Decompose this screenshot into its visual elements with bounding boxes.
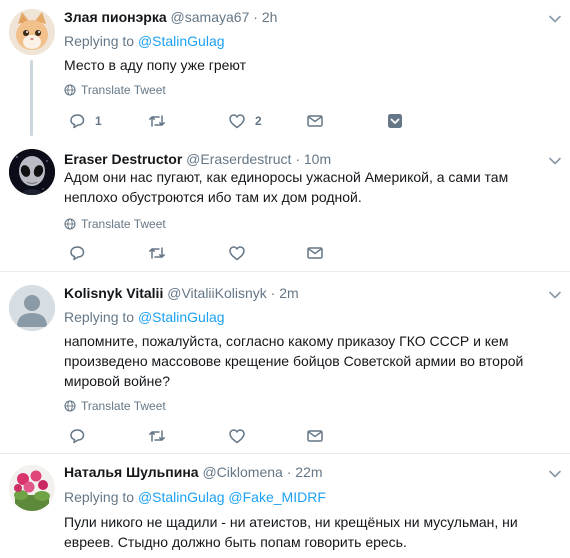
like-icon bbox=[229, 246, 245, 261]
like-icon bbox=[229, 429, 245, 444]
retweet-button[interactable] bbox=[148, 112, 175, 130]
replying-to-label: Replying to bbox=[64, 33, 135, 49]
tweet-text: Адом они нас пугают, как единоросы ужасн… bbox=[64, 169, 509, 205]
reply-count: 1 bbox=[95, 114, 102, 128]
message-icon bbox=[307, 247, 323, 259]
thread-line bbox=[30, 60, 33, 136]
message-button[interactable] bbox=[306, 244, 324, 262]
retweet-button[interactable] bbox=[148, 244, 175, 262]
translate-label[interactable]: Translate Tweet bbox=[81, 399, 166, 413]
retweet-button[interactable] bbox=[148, 427, 175, 445]
reply-button[interactable] bbox=[68, 244, 95, 262]
timestamp[interactable]: 2h bbox=[262, 9, 278, 25]
chevron-down-icon[interactable] bbox=[548, 467, 562, 481]
share-button[interactable] bbox=[386, 112, 404, 130]
translate-tweet[interactable]: Translate Tweet bbox=[64, 83, 166, 97]
username[interactable]: @VitaliiKolisnyk bbox=[167, 285, 267, 301]
globe-icon bbox=[64, 84, 76, 96]
tweet-header: Наталья Шульпина @Ciklomena · 22m bbox=[64, 464, 323, 480]
like-button[interactable] bbox=[228, 427, 255, 445]
display-name[interactable]: Eraser Destructor bbox=[64, 151, 182, 167]
share-icon bbox=[388, 114, 402, 128]
avatar[interactable] bbox=[9, 285, 55, 331]
timestamp[interactable]: 2m bbox=[279, 285, 298, 301]
replying-to: Replying to @StalinGulag @Fake_MIDRF bbox=[64, 489, 326, 505]
separator-dot: · bbox=[253, 9, 258, 25]
message-icon bbox=[307, 115, 323, 127]
translate-tweet[interactable]: Translate Tweet bbox=[64, 217, 166, 231]
retweet-icon bbox=[149, 430, 165, 442]
replying-to: Replying to @StalinGulag bbox=[64, 309, 225, 325]
separator-dot: · bbox=[286, 464, 292, 480]
avatar[interactable] bbox=[9, 149, 55, 195]
flowers-avatar-image bbox=[9, 465, 55, 511]
tweet[interactable]: Kolisnyk Vitalii @VitaliiKolisnyk · 2m R… bbox=[0, 272, 570, 452]
username[interactable]: @Ciklomena bbox=[202, 464, 282, 480]
tweet-header: Eraser Destructor @Eraserdestruct · 10m bbox=[64, 151, 331, 167]
message-button[interactable] bbox=[306, 112, 324, 130]
chevron-down-icon[interactable] bbox=[548, 288, 562, 302]
tweet-text: Пули никого не щадили - ни атеистов, ни … bbox=[64, 514, 518, 550]
timestamp[interactable]: 22m bbox=[295, 464, 322, 480]
translate-tweet[interactable]: Translate Tweet bbox=[64, 399, 166, 413]
alien-avatar-image bbox=[9, 149, 55, 195]
tweet-actions bbox=[64, 427, 424, 447]
username[interactable]: @samaya67 bbox=[171, 9, 250, 25]
tweet-header: Kolisnyk Vitalii @VitaliiKolisnyk · 2m bbox=[64, 285, 299, 301]
tweet-header: Злая пионэрка @samaya67 · 2h bbox=[64, 9, 277, 25]
kitten-avatar-image bbox=[9, 9, 55, 55]
display-name[interactable]: Kolisnyk Vitalii bbox=[64, 285, 163, 301]
replying-to: Replying to @StalinGulag bbox=[64, 33, 225, 49]
globe-icon bbox=[64, 400, 76, 412]
tweet[interactable]: Наталья Шульпина @Ciklomena · 22m Replyi… bbox=[0, 454, 570, 558]
globe-icon bbox=[64, 218, 76, 230]
message-icon bbox=[307, 430, 323, 442]
reply-icon bbox=[70, 429, 85, 444]
reply-button[interactable] bbox=[68, 427, 95, 445]
replying-to-label: Replying to bbox=[64, 309, 135, 325]
mention-link[interactable]: @StalinGulag bbox=[138, 309, 225, 325]
default-avatar-image bbox=[9, 285, 55, 331]
message-button[interactable] bbox=[306, 427, 324, 445]
like-button[interactable] bbox=[228, 244, 255, 262]
like-count: 2 bbox=[255, 114, 262, 128]
reply-icon bbox=[70, 246, 85, 261]
username[interactable]: @Eraserdestruct bbox=[186, 151, 291, 167]
tweet-text: напомните, пожалуйста, согласно какому п… bbox=[64, 333, 524, 389]
chevron-down-icon[interactable] bbox=[548, 154, 562, 168]
tweet-actions bbox=[64, 244, 424, 264]
translate-label[interactable]: Translate Tweet bbox=[81, 217, 166, 231]
like-icon bbox=[229, 114, 245, 129]
tweet[interactable]: Eraser Destructor @Eraserdestruct · 10m … bbox=[0, 140, 570, 270]
mention-link[interactable]: @StalinGulag bbox=[138, 33, 225, 49]
tweet-actions: 1 2 bbox=[64, 112, 424, 132]
tweet[interactable]: Злая пионэрка @samaya67 · 2h Replying to… bbox=[0, 0, 570, 138]
timestamp[interactable]: 10m bbox=[304, 151, 331, 167]
replying-to-label: Replying to bbox=[64, 489, 135, 505]
reply-icon bbox=[70, 114, 85, 129]
avatar[interactable] bbox=[9, 9, 55, 55]
like-button[interactable]: 2 bbox=[228, 112, 262, 130]
display-name[interactable]: Злая пионэрка bbox=[64, 9, 167, 25]
separator-dot: · bbox=[295, 151, 300, 167]
retweet-icon bbox=[149, 247, 165, 259]
chevron-down-icon[interactable] bbox=[548, 12, 562, 26]
display-name[interactable]: Наталья Шульпина bbox=[64, 464, 199, 480]
mention-link[interactable]: @Fake_MIDRF bbox=[228, 489, 325, 505]
avatar[interactable] bbox=[9, 465, 55, 511]
retweet-icon bbox=[149, 115, 165, 127]
separator-dot: · bbox=[270, 285, 276, 301]
tweet-text: Место в аду попу уже греют bbox=[64, 57, 247, 73]
mention-link[interactable]: @StalinGulag bbox=[138, 489, 225, 505]
translate-label[interactable]: Translate Tweet bbox=[81, 83, 166, 97]
reply-button[interactable]: 1 bbox=[68, 112, 102, 130]
